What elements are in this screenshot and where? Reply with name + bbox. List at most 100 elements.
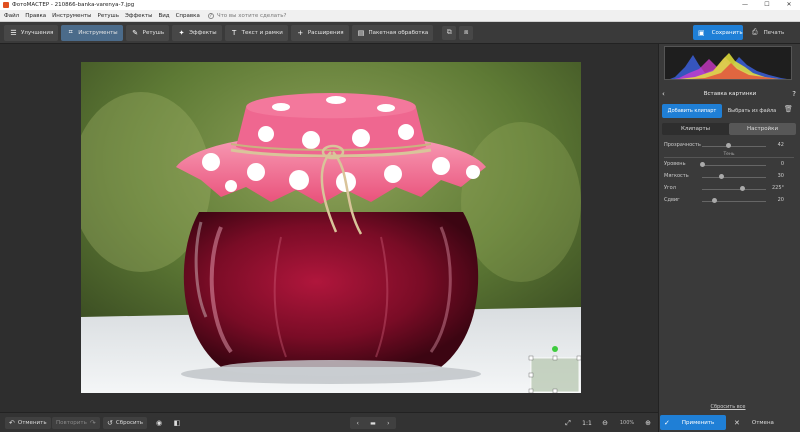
slider-track[interactable] bbox=[702, 189, 766, 190]
close-icon: ✕ bbox=[734, 418, 740, 427]
split-view-icon[interactable]: ⧈ bbox=[459, 25, 474, 40]
softness-slider[interactable]: Мягкость 30 bbox=[664, 173, 794, 181]
window-controls: — ☐ ✕ bbox=[734, 0, 800, 10]
slider-track[interactable] bbox=[702, 146, 766, 147]
next-image-icon[interactable]: › bbox=[381, 417, 396, 429]
menu-effects[interactable]: Эффекты bbox=[125, 13, 153, 19]
tab-settings[interactable]: Настройки bbox=[729, 123, 796, 135]
print-button[interactable]: ⎙ Печать bbox=[747, 25, 795, 40]
brush-icon: ✎ bbox=[132, 28, 139, 37]
offset-slider[interactable]: Сдвиг 20 bbox=[664, 197, 794, 205]
right-panel bbox=[658, 44, 800, 432]
undo-button[interactable]: ↶ Отменить bbox=[5, 417, 51, 429]
reset-all-link[interactable]: Сбросить все bbox=[660, 404, 796, 410]
sliders-icon: ☰ bbox=[10, 28, 17, 37]
text-icon: T bbox=[231, 28, 237, 37]
back-arrow-icon[interactable]: ‹ bbox=[662, 90, 672, 98]
printer-icon: ⎙ bbox=[752, 28, 758, 36]
menu-retouch[interactable]: Ретушь bbox=[98, 13, 119, 19]
undo-label: Отменить bbox=[17, 420, 47, 426]
tab-enhancements[interactable]: ☰ Улучшения bbox=[4, 24, 59, 41]
tab-label: Пакетная обработка bbox=[368, 29, 429, 36]
tab-batch-processing[interactable]: ▤ Пакетная обработка bbox=[351, 24, 434, 41]
apply-button[interactable]: ✓ Применить bbox=[660, 415, 726, 430]
main-toolbar: ☰ Улучшения ⌗ Инструменты ✎ Ретушь ✦ Эфф… bbox=[0, 22, 800, 44]
histogram bbox=[664, 46, 792, 80]
opacity-label: Прозрачность bbox=[664, 142, 701, 148]
prev-image-icon[interactable]: ‹ bbox=[350, 417, 365, 429]
reset-button[interactable]: ↺ Сбросить bbox=[103, 417, 148, 429]
zoom-out-icon[interactable]: ⊖ bbox=[599, 417, 611, 429]
slider-track[interactable] bbox=[702, 177, 766, 178]
angle-label: Угол bbox=[664, 185, 676, 191]
maximize-button[interactable]: ☐ bbox=[756, 0, 778, 10]
floppy-icon: ▣ bbox=[698, 28, 705, 37]
softness-label: Мягкость bbox=[664, 173, 689, 179]
tab-label: Ретушь bbox=[142, 29, 165, 36]
opacity-slider[interactable]: Прозрачность 42 bbox=[664, 142, 794, 150]
actual-size-button[interactable]: 1:1 bbox=[580, 417, 594, 429]
panel-tabs: Клипарты Настройки bbox=[662, 123, 796, 135]
angle-value: 225° bbox=[771, 185, 784, 191]
fit-screen-icon[interactable]: ⤢ bbox=[562, 417, 574, 429]
redo-icon: ↷ bbox=[89, 419, 96, 427]
panel-header: ‹ Вставка картинки ? bbox=[662, 88, 796, 100]
menu-file[interactable]: Файл bbox=[4, 13, 19, 19]
question-icon: ? bbox=[207, 12, 214, 19]
app-logo-icon bbox=[3, 2, 9, 8]
tab-label: Текст и рамки bbox=[241, 29, 283, 36]
trash-icon[interactable]: 🗑 bbox=[784, 105, 793, 113]
tab-retouch[interactable]: ✎ Ретушь bbox=[125, 24, 170, 41]
choose-file-button[interactable]: Выбрать из файла bbox=[722, 104, 782, 118]
slider-knob[interactable] bbox=[699, 162, 705, 167]
tab-label: Эффекты bbox=[189, 29, 217, 36]
undo-icon: ↶ bbox=[9, 419, 15, 427]
menu-edit[interactable]: Правка bbox=[25, 13, 46, 19]
tab-label: Расширения bbox=[307, 29, 344, 36]
tab-text-frames[interactable]: T Текст и рамки bbox=[224, 24, 288, 41]
folder-icon[interactable]: ▬ bbox=[365, 417, 380, 429]
menu-view[interactable]: Вид bbox=[158, 13, 169, 19]
menu-bar: Файл Правка Инструменты Ретушь Эффекты В… bbox=[0, 10, 800, 22]
slider-knob[interactable] bbox=[718, 174, 724, 179]
magic-wand-icon: ✦ bbox=[178, 28, 185, 37]
compare-icon[interactable]: ⧉ bbox=[442, 25, 457, 40]
help-search-placeholder: Что вы хотите сделать? bbox=[216, 12, 287, 19]
apply-label: Применить bbox=[681, 419, 715, 426]
bottom-bar: ↶ Отменить Повторить ↷ ↺ Сбросить ◉ ◧ ‹ … bbox=[0, 412, 658, 432]
softness-value: 30 bbox=[777, 173, 784, 179]
save-button[interactable]: ▣ Сохранить bbox=[693, 25, 743, 40]
slider-track[interactable] bbox=[702, 165, 766, 166]
help-icon[interactable]: ? bbox=[788, 90, 796, 98]
redo-button[interactable]: Повторить ↷ bbox=[52, 417, 100, 429]
tab-tools[interactable]: ⌗ Инструменты bbox=[61, 24, 123, 41]
plus-icon: + bbox=[297, 28, 304, 37]
tab-cliparts[interactable]: Клипарты bbox=[662, 123, 729, 135]
check-icon: ✓ bbox=[664, 418, 670, 427]
cancel-button[interactable]: ✕ Отмена bbox=[730, 415, 796, 430]
eye-icon[interactable]: ◉ bbox=[153, 417, 165, 429]
help-search-input[interactable]: ? Что вы хотите сделать? bbox=[207, 12, 287, 19]
add-clipart-button[interactable]: Добавить клипарт bbox=[662, 104, 722, 118]
source-tabs: Добавить клипарт Выбрать из файла bbox=[662, 104, 782, 118]
slider-knob[interactable] bbox=[712, 198, 718, 203]
title-bar: ФотоМАСТЕР - 210866-banka-varenya-7.jpg … bbox=[0, 0, 800, 10]
close-window-button[interactable]: ✕ bbox=[778, 0, 800, 10]
tab-effects[interactable]: ✦ Эффекты bbox=[172, 24, 222, 41]
menu-help[interactable]: Справка bbox=[176, 13, 200, 19]
offset-label: Сдвиг bbox=[664, 197, 680, 203]
zoom-in-icon[interactable]: ⊕ bbox=[642, 417, 654, 429]
level-slider[interactable]: Уровень 0 bbox=[664, 161, 794, 169]
tab-label: Улучшения bbox=[21, 29, 54, 36]
menu-tools[interactable]: Инструменты bbox=[52, 13, 91, 19]
angle-slider[interactable]: Угол 225° bbox=[664, 185, 794, 193]
tab-extensions[interactable]: + Расширения bbox=[290, 24, 349, 41]
minimize-button[interactable]: — bbox=[734, 0, 756, 10]
jam-jar-image bbox=[81, 62, 581, 393]
reset-label: Сбросить bbox=[115, 420, 144, 426]
zoom-level: 100% bbox=[619, 420, 635, 426]
photo-jam-jar[interactable] bbox=[81, 62, 581, 393]
slider-knob[interactable] bbox=[726, 143, 732, 148]
slider-knob[interactable] bbox=[739, 186, 745, 191]
compare-halves-icon[interactable]: ◧ bbox=[171, 417, 183, 429]
